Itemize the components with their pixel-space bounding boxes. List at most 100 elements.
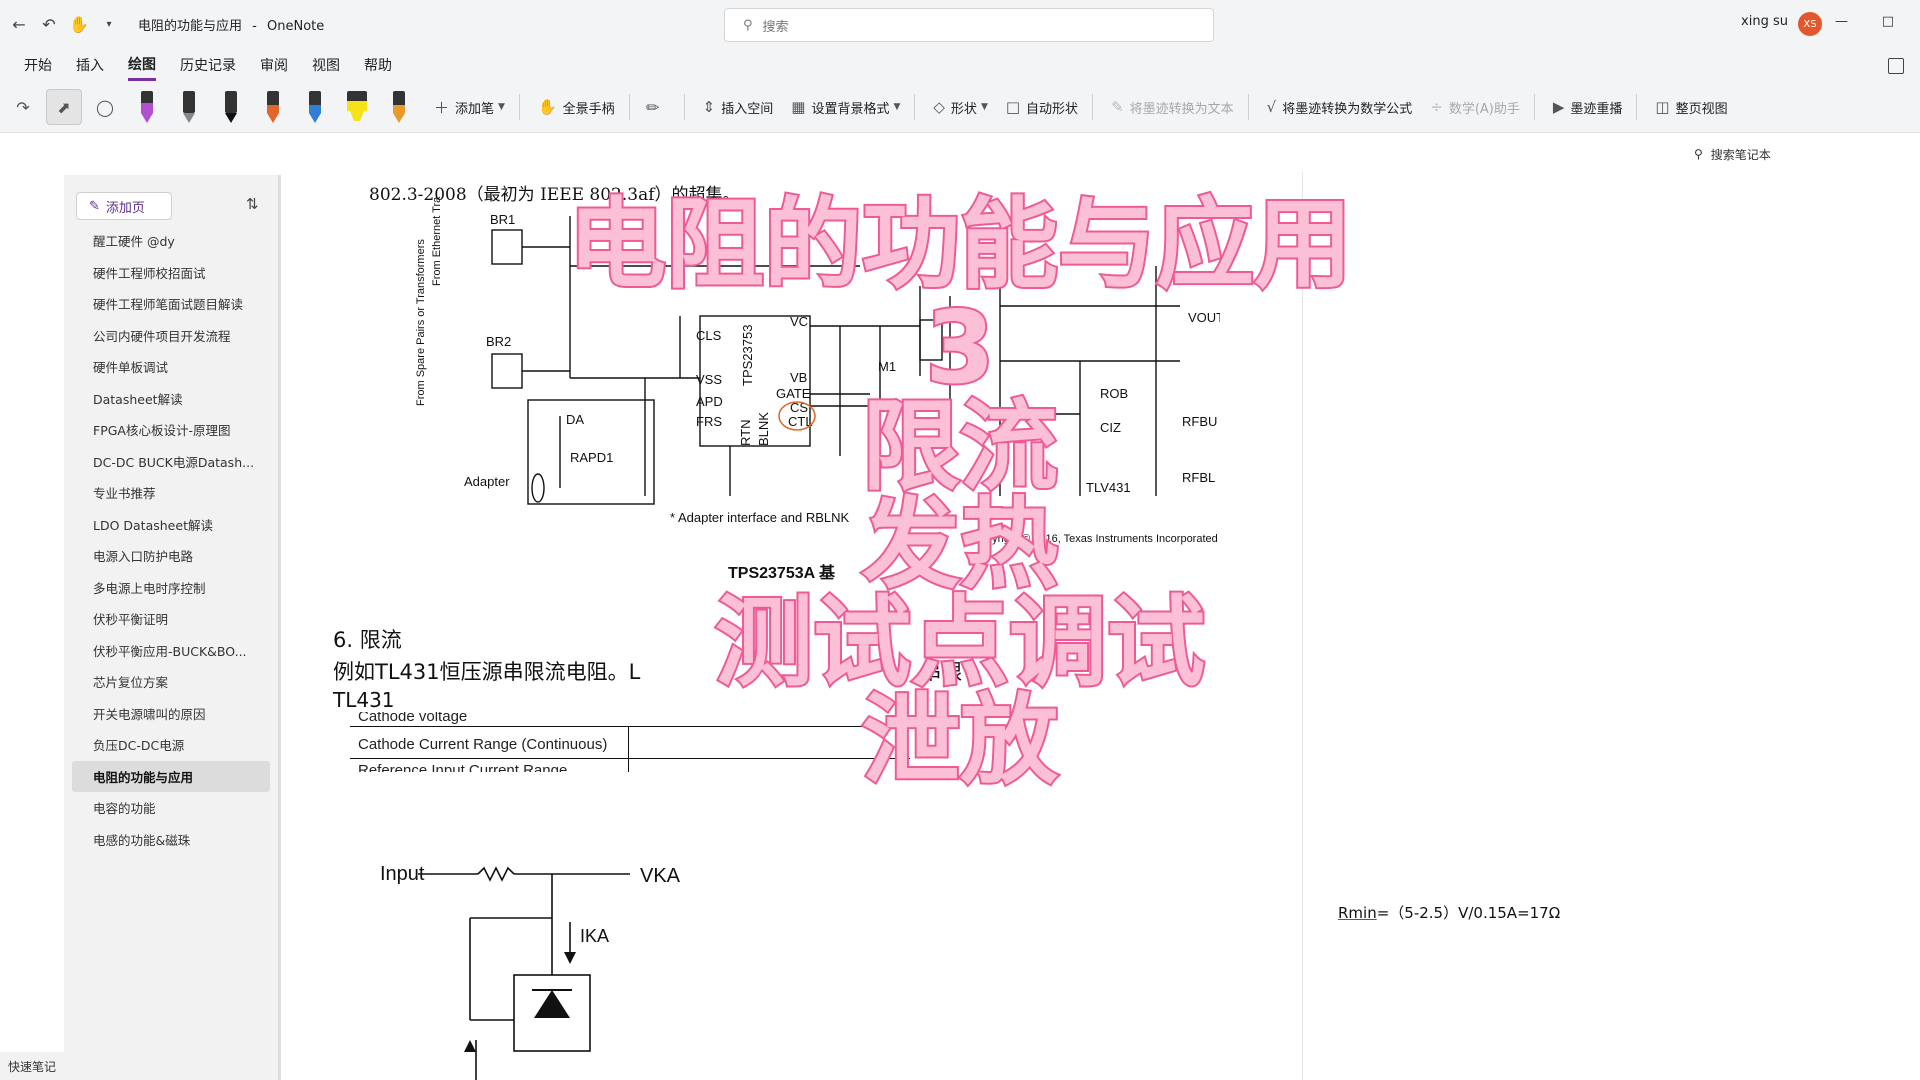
full-page-view-button[interactable]: ◫ 整页视图 (1655, 98, 1727, 117)
spec-table: Cathode voltage Cathode Current Range (C… (350, 712, 910, 772)
pan-hand-label: 全景手柄 (562, 101, 615, 117)
auto-shape-button[interactable]: □ 自动形状 (1006, 98, 1078, 117)
tab-home[interactable]: 开始 (24, 51, 52, 79)
shapes-icon: ◇ (933, 98, 945, 116)
sort-icon[interactable]: ⇅ (246, 195, 259, 213)
page-item[interactable]: 硬件单板调试 (64, 351, 278, 383)
label-adapter: Adapter (464, 474, 510, 489)
schematic-caption: TPS23753A 基 (728, 563, 836, 582)
page-item[interactable]: Datasheet解读 (64, 383, 278, 415)
page-item[interactable]: 伏秒平衡证明 (64, 603, 278, 635)
page-item[interactable]: 电容的功能 (64, 792, 278, 824)
page-item[interactable]: 公司内硬件项目开发流程 (64, 320, 278, 352)
page-item[interactable]: 伏秒平衡应用-BUCK&BO... (64, 635, 278, 667)
page-edge (1302, 172, 1303, 1080)
highlighter-yellow-icon[interactable] (340, 87, 374, 127)
page-item[interactable]: 芯片复位方案 (64, 666, 278, 698)
ribbon-divider (683, 94, 685, 120)
notebook-search[interactable]: ⚲ 搜索笔记本 (1694, 142, 1920, 166)
panel-toggle-icon[interactable] (1888, 58, 1904, 74)
select-tool-icon[interactable]: ⬈ (46, 89, 82, 125)
label-blnk: BLNK (756, 412, 771, 446)
pan-hand-button[interactable]: ✋ 全景手柄 (538, 98, 615, 117)
add-pen-button[interactable]: ＋ 添加笔 ▼ (434, 97, 505, 118)
math-assistant-button[interactable]: ÷ 数学(A)助手 (1430, 98, 1520, 117)
full-page-icon: ◫ (1655, 98, 1670, 116)
ink-to-text-label: 将墨迹转换为文本 (1129, 101, 1234, 117)
customize-dropdown-icon[interactable]: ▾ (98, 13, 120, 35)
label-from-ethernet: From Ethernet Transformers (431, 196, 443, 286)
insert-space-button[interactable]: ⇕ 插入空间 (703, 98, 774, 117)
ika-label: IKA (580, 926, 609, 946)
highlighter-orange-icon[interactable] (382, 87, 416, 127)
label-from-spare: From Spare Pairs or Transformers (415, 239, 427, 406)
page-item[interactable]: 多电源上电时序控制 (64, 572, 278, 604)
insert-space-label: 插入空间 (721, 101, 774, 117)
pen-blue-icon[interactable] (298, 87, 332, 127)
grid-icon: ▦ (791, 98, 806, 116)
pen-black-icon[interactable] (214, 87, 248, 127)
add-page-button[interactable]: ✎ 添加页 (76, 192, 172, 220)
page-item-selected[interactable]: 电阻的功能与应用 (72, 760, 270, 792)
page-item[interactable]: 醒工硬件 @dy (64, 225, 278, 257)
page-list-sidebar: ✎ 添加页 ⇅ 醒工硬件 @dy 硬件工程师校招面试 硬件工程师笔面试题目解读 … (64, 175, 278, 1080)
page-item[interactable]: 开关电源啸叫的原因 (64, 698, 278, 730)
lasso-select-icon[interactable]: ◯ (88, 90, 122, 124)
search-icon: ⚲ (1694, 147, 1703, 161)
full-page-view-label: 整页视图 (1675, 101, 1728, 117)
page-item[interactable]: 负压DC-DC电源 (64, 729, 278, 761)
touch-mode-icon[interactable]: ✋ (68, 13, 90, 35)
quick-notes-button[interactable]: 快速笔记 (0, 1052, 64, 1080)
avatar[interactable]: XS (1798, 12, 1822, 36)
math-assistant-label: 数学(A)助手 (1448, 101, 1520, 117)
adapter-note: * Adapter interface and RBLNK (670, 510, 850, 525)
search-box[interactable]: ⚲ 搜索 (724, 8, 1214, 42)
tab-history[interactable]: 历史记录 (180, 51, 236, 79)
ribbon-divider (628, 94, 630, 120)
page-item[interactable]: LDO Datasheet解读 (64, 509, 278, 541)
tab-draw[interactable]: 绘图 (128, 50, 156, 81)
sidebar-divider[interactable] (278, 175, 281, 1080)
background-format-button[interactable]: ▦ 设置背景格式 ▼ (791, 98, 900, 117)
page-item[interactable]: 硬件工程师笔面试题目解读 (64, 288, 278, 320)
app-name: OneNote (267, 18, 325, 34)
pencil-gray-icon[interactable] (172, 87, 206, 127)
chevron-down-icon: ▼ (498, 102, 505, 112)
page-item[interactable]: DC-DC BUCK电源Datash... (64, 446, 278, 478)
minimize-icon[interactable]: — (1835, 14, 1848, 29)
insert-space-icon: ⇕ (702, 98, 716, 116)
plus-icon: ＋ (434, 98, 450, 117)
redo-icon[interactable]: ↷ (6, 90, 40, 124)
ruler-icon[interactable]: ✏ (636, 90, 670, 124)
user-name[interactable]: xing su (1741, 14, 1788, 29)
label-rob: ROB (1100, 386, 1128, 401)
tab-view[interactable]: 视图 (312, 51, 340, 79)
ink-replay-button[interactable]: ▶ 墨迹重播 (1553, 98, 1623, 117)
label-vss: VSS (696, 372, 722, 387)
maximize-icon[interactable]: □ (1882, 14, 1894, 29)
math-assistant-icon: ÷ (1430, 98, 1443, 116)
page-item[interactable]: 专业书推荐 (64, 477, 278, 509)
page-item[interactable]: 电感的功能&磁珠 (64, 824, 278, 856)
pen-purple-icon[interactable] (130, 87, 164, 127)
tab-insert[interactable]: 插入 (76, 51, 104, 79)
search-placeholder: 搜索 (762, 19, 789, 35)
page-item[interactable]: 电源入口防护电路 (64, 540, 278, 572)
page-item[interactable]: FPGA核心板设计-原理图 (64, 414, 278, 446)
shapes-button[interactable]: ◇ 形状 ▼ (933, 98, 987, 117)
table-row: Cathode voltage (358, 712, 468, 725)
copyright-text: Copyright © 2016, Texas Instruments Inco… (972, 533, 1218, 545)
back-icon[interactable]: ← (8, 13, 30, 35)
tab-review[interactable]: 审阅 (260, 51, 288, 79)
tps23753-schematic: BR1 BR2 CLS VSS APD FRS VC VB GATE CS CT… (415, 196, 1220, 582)
page-item[interactable]: 硬件工程师校招面试 (64, 257, 278, 289)
ink-to-math-icon: √ (1266, 98, 1277, 116)
undo-icon[interactable]: ↶ (38, 13, 60, 35)
ink-to-text-button[interactable]: ✎ 将墨迹转换为文本 (1111, 98, 1234, 117)
hand-icon: ✋ (537, 98, 557, 116)
pen-orange-icon[interactable] (256, 87, 290, 127)
shapes-label: 形状 (950, 101, 977, 117)
tab-help[interactable]: 帮助 (364, 51, 392, 79)
draw-ribbon: ↷ ⬈ ◯ ＋添加笔 ▼ ✋ 全景手柄 ✏ ⇕ 插入空间 ▦ 设置背景格式 ▼ ◇ 形状 ▼ … (0, 82, 1920, 133)
ink-to-math-button[interactable]: √ 将墨迹转换为数学公式 (1267, 98, 1413, 117)
